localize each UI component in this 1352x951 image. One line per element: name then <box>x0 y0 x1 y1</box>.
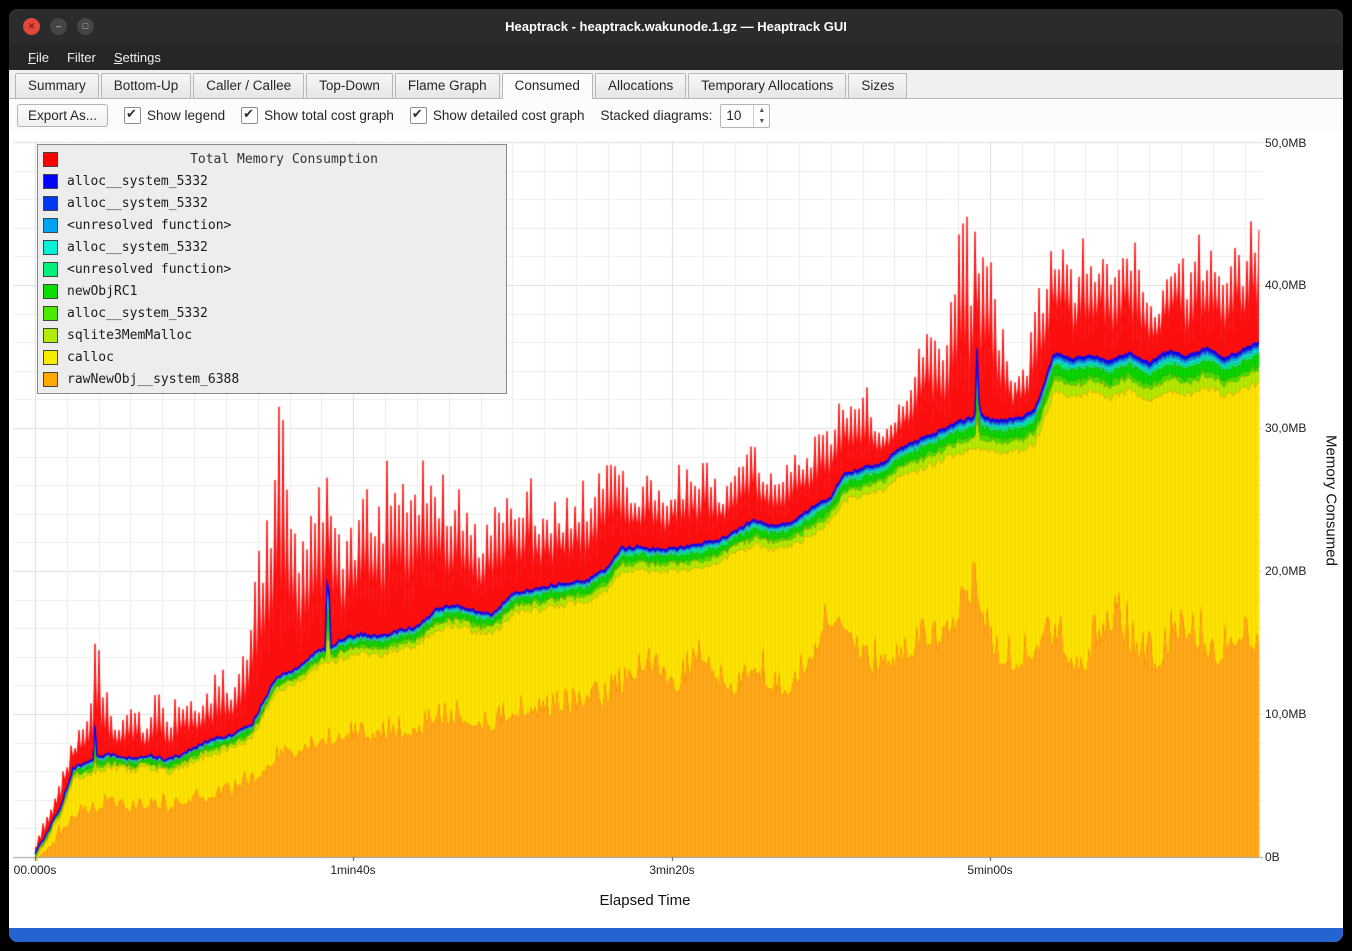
spin-up-button[interactable] <box>754 105 769 116</box>
window-title: Heaptrack - heaptrack.wakunode.1.gz — He… <box>9 9 1343 44</box>
menu-bar: File Filter Settings <box>9 44 1343 70</box>
show-legend-label: Show legend <box>147 108 225 123</box>
y-axis-tick-label: 50,0MB <box>1265 135 1337 151</box>
show-legend-checkbox-box[interactable]: ✔ <box>124 107 141 124</box>
legend-swatch <box>43 350 58 365</box>
y-axis-tick-label: 0B <box>1265 849 1337 865</box>
tab-sizes[interactable]: Sizes <box>848 73 907 98</box>
y-axis-tick-label: 40,0MB <box>1265 277 1337 293</box>
chart-legend: Total Memory Consumption alloc__system_5… <box>37 144 507 394</box>
legend-row: alloc__system_5332 <box>43 236 501 258</box>
legend-row: alloc__system_5332 <box>43 302 501 324</box>
x-axis-tick-label: 00.000s <box>9 863 80 877</box>
app-window: Heaptrack - heaptrack.wakunode.1.gz — He… <box>9 9 1343 942</box>
legend-row: calloc <box>43 346 501 368</box>
export-as-button[interactable]: Export As... <box>17 104 108 127</box>
spinbox-arrows <box>753 105 769 127</box>
y-axis-title: Memory Consumed <box>1323 421 1340 581</box>
legend-label: sqlite3MemMalloc <box>67 328 192 343</box>
legend-row: alloc__system_5332 <box>43 170 501 192</box>
legend-row: rawNewObj__system_6388 <box>43 368 501 390</box>
legend-row: sqlite3MemMalloc <box>43 324 501 346</box>
legend-label: newObjRC1 <box>67 284 137 299</box>
menu-item-settings[interactable]: Settings <box>105 47 170 68</box>
legend-title-row: Total Memory Consumption <box>43 148 501 170</box>
chart-panel: Total Memory Consumption alloc__system_5… <box>9 132 1343 928</box>
legend-swatch <box>43 174 58 189</box>
bottom-strip <box>9 928 1343 942</box>
maximize-icon: □ <box>83 22 88 31</box>
tab-temporary-allocations[interactable]: Temporary Allocations <box>688 73 846 98</box>
title-bar: Heaptrack - heaptrack.wakunode.1.gz — He… <box>9 9 1343 44</box>
legend-swatch-total <box>43 152 58 167</box>
legend-label: rawNewObj__system_6388 <box>67 372 239 387</box>
legend-swatch <box>43 196 58 211</box>
legend-row: <unresolved function> <box>43 258 501 280</box>
legend-title: Total Memory Consumption <box>67 152 501 167</box>
checkbox-show-detailed-cost-graph[interactable]: ✔ Show detailed cost graph <box>410 107 585 124</box>
legend-label: alloc__system_5332 <box>67 240 208 255</box>
legend-swatch <box>43 218 58 233</box>
legend-label: calloc <box>67 350 114 365</box>
legend-swatch <box>43 372 58 387</box>
tab-allocations[interactable]: Allocations <box>595 73 686 98</box>
legend-label: <unresolved function> <box>67 218 231 233</box>
legend-row: newObjRC1 <box>43 280 501 302</box>
legend-row: <unresolved function> <box>43 214 501 236</box>
legend-label: <unresolved function> <box>67 262 231 277</box>
stacked-diagrams-value[interactable]: 10 <box>721 105 753 127</box>
window-controls: ✕ – □ <box>23 18 94 35</box>
x-axis-title: Elapsed Time <box>545 892 745 909</box>
minimize-button[interactable]: – <box>50 18 67 35</box>
tab-bar: Summary Bottom-Up Caller / Callee Top-Do… <box>9 70 1343 99</box>
menu-item-filter[interactable]: Filter <box>58 47 105 68</box>
show-total-cost-label: Show total cost graph <box>264 108 394 123</box>
legend-label: alloc__system_5332 <box>67 196 208 211</box>
legend-swatch <box>43 262 58 277</box>
stacked-diagrams-spinbox[interactable]: 10 <box>720 104 770 128</box>
toolbar: Export As... ✔ Show legend ✔ Show total … <box>9 99 1343 132</box>
check-icon: ✔ <box>243 106 254 122</box>
legend-row: alloc__system_5332 <box>43 192 501 214</box>
legend-swatch <box>43 240 58 255</box>
check-icon: ✔ <box>126 106 137 122</box>
legend-swatch <box>43 284 58 299</box>
spin-down-button[interactable] <box>754 116 769 127</box>
x-axis-tick-label: 1min40s <box>308 863 398 877</box>
legend-swatch <box>43 306 58 321</box>
show-detailed-cost-label: Show detailed cost graph <box>433 108 585 123</box>
check-icon: ✔ <box>412 106 423 122</box>
maximize-button[interactable]: □ <box>77 18 94 35</box>
stacked-diagrams-label: Stacked diagrams: <box>601 108 713 123</box>
tab-flame-graph[interactable]: Flame Graph <box>395 73 500 98</box>
x-axis-tick-label: 3min20s <box>627 863 717 877</box>
checkbox-show-legend[interactable]: ✔ Show legend <box>124 107 225 124</box>
legend-label: alloc__system_5332 <box>67 306 208 321</box>
close-button[interactable]: ✕ <box>23 18 40 35</box>
tab-consumed[interactable]: Consumed <box>502 73 593 99</box>
show-detailed-cost-checkbox-box[interactable]: ✔ <box>410 107 427 124</box>
close-icon: ✕ <box>28 22 36 31</box>
menu-item-file[interactable]: File <box>19 47 58 68</box>
show-total-cost-checkbox-box[interactable]: ✔ <box>241 107 258 124</box>
x-axis-tick-label: 5min00s <box>945 863 1035 877</box>
tab-caller-callee[interactable]: Caller / Callee <box>193 73 304 98</box>
legend-label: alloc__system_5332 <box>67 174 208 189</box>
tab-bottom-up[interactable]: Bottom-Up <box>101 73 192 98</box>
legend-swatch <box>43 328 58 343</box>
tab-summary[interactable]: Summary <box>15 73 99 98</box>
checkbox-show-total-cost-graph[interactable]: ✔ Show total cost graph <box>241 107 394 124</box>
tab-top-down[interactable]: Top-Down <box>306 73 393 98</box>
y-axis-tick-label: 10,0MB <box>1265 706 1337 722</box>
minimize-icon: – <box>56 22 61 31</box>
